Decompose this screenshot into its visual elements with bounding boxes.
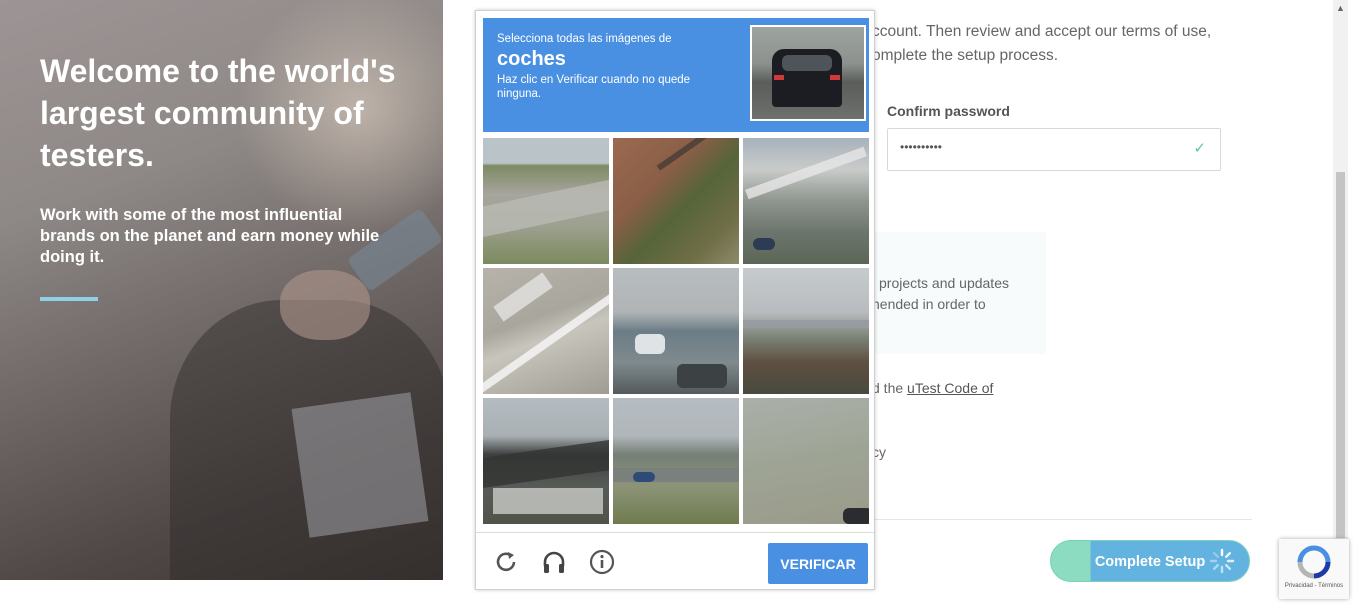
form-intro-line2: omplete the setup process. [872,47,1059,64]
captcha-tile[interactable] [483,268,609,394]
captcha-challenge: Selecciona todas las imágenes de coches … [475,10,875,590]
loading-spinner-icon [1209,548,1235,574]
captcha-sample-image [750,25,866,121]
captcha-instruction-verify: Haz clic en Verificar cuando no quede ni… [497,74,691,100]
captcha-tile[interactable] [613,398,739,524]
captcha-image-grid [483,138,869,524]
complete-setup-label: Complete Setup [1094,554,1206,570]
scroll-up-arrow-icon[interactable]: ▲ [1336,3,1345,13]
headphones-icon[interactable] [541,549,567,575]
captcha-tile[interactable] [483,398,609,524]
captcha-tile[interactable] [613,138,739,264]
captcha-header: Selecciona todas las imágenes de coches … [483,18,869,132]
info-icon[interactable] [589,549,615,575]
captcha-tile[interactable] [483,138,609,264]
hero-title: Welcome to the world's largest community… [40,53,396,173]
recaptcha-logo-icon [1297,545,1331,579]
hero-photo-paper [291,392,429,538]
scrollbar-thumb[interactable] [1336,172,1345,538]
complete-setup-button[interactable]: Complete Setup [1050,540,1250,582]
recaptcha-terms[interactable]: Privacidad - Términos [1279,583,1349,589]
info-line2: nended in order to [872,296,986,312]
sample-car-window [782,55,832,71]
hero-photo-hand [280,270,370,340]
form-divider [870,519,1252,520]
sample-car-taillight [830,75,840,80]
captcha-tile[interactable] [613,268,739,394]
hero-accent-rule [40,297,98,301]
captcha-target-word: coches [497,48,566,70]
sample-car-taillight [774,75,784,80]
reload-icon[interactable] [493,549,519,575]
captcha-footer: VERIFICAR [476,532,874,591]
code-of-conduct-text: d the uTest Code of [872,378,993,399]
captcha-tile[interactable] [743,268,869,394]
check-icon: ✓ [1193,140,1206,157]
verify-button[interactable]: VERIFICAR [768,543,868,584]
hero-subtitle: Work with some of the most influential b… [40,206,380,266]
code-of-conduct-link[interactable]: uTest Code of [907,380,993,396]
captcha-tile[interactable] [743,138,869,264]
confirm-password-field[interactable]: •••••••••• ✓ [887,128,1221,171]
form-intro-line1: ccount. Then review and accept our terms… [872,23,1212,40]
confirm-password-value: •••••••••• [900,140,943,154]
info-line1: projects and updates [879,275,1009,291]
recaptcha-badge[interactable]: Privacidad - Términos [1279,539,1349,599]
captcha-instruction: Selecciona todas las imágenes de [497,33,672,45]
code-prefix: d the [872,380,908,396]
page-scrollbar[interactable]: ▲ [1333,0,1348,540]
confirm-password-label: Confirm password [887,103,1010,119]
captcha-tile[interactable] [743,398,869,524]
hero-panel: Welcome to the world's largest community… [0,0,443,580]
